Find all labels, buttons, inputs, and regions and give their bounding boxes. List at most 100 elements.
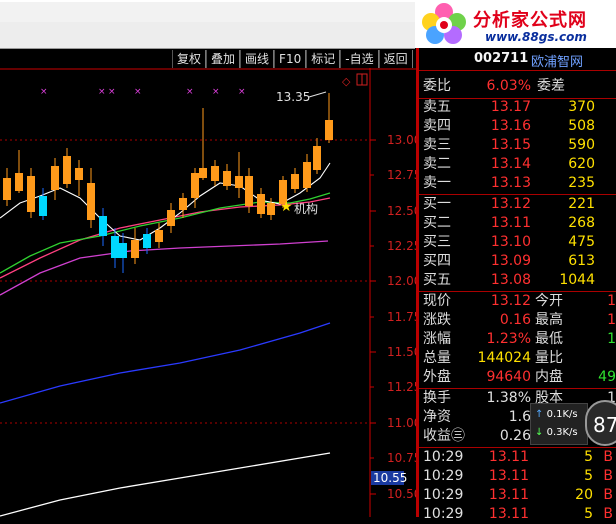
watchlist-label: 自选 (349, 52, 374, 66)
y-tick-label: 10.75 (387, 451, 416, 465)
weibi-row: 委比 6.03% 委差 (419, 77, 616, 96)
watchlist-button[interactable]: -自选 (340, 50, 379, 68)
sell-label: 卖五 (423, 99, 451, 115)
sell-row[interactable]: 卖二 13.14 620 (419, 155, 616, 174)
sell-price: 13.14 (490, 156, 531, 172)
quote-label-2: 量比 (535, 350, 563, 366)
buy-price: 13.11 (490, 215, 531, 231)
svg-text:×: × (108, 87, 116, 97)
y-tick-label: 12.00 (387, 274, 416, 288)
network-speed-widget: ↑ 0.1K/s ↓ 0.3K/s (530, 403, 588, 445)
fuquan-button[interactable]: 复权 (172, 50, 207, 68)
quote-label-2: 今开 (535, 293, 563, 309)
logo-title: 分析家公式网 (473, 10, 587, 31)
y-tick-label: 12.25 (387, 239, 416, 253)
f10-button[interactable]: F10 (274, 50, 307, 68)
quote-row: 现价 13.12 今开 1 (419, 292, 616, 311)
speed-gauge: 87 (585, 400, 616, 446)
title-strip (0, 2, 415, 22)
buy-volume: 613 (568, 253, 595, 269)
buy-label: 买四 (423, 253, 451, 269)
download-speed-value: 0.3K/s (546, 427, 578, 438)
buy-row[interactable]: 买四 13.09 613 (419, 252, 616, 271)
tick-row: 10:29 13.11 5 B (419, 448, 616, 467)
sell-row[interactable]: 卖一 13.13 235 (419, 174, 616, 193)
y-tick-label: 11.25 (387, 380, 416, 394)
download-speed: ↓ 0.3K/s (535, 427, 578, 438)
y-tick-label: 10.50 (387, 487, 416, 501)
buy-row[interactable]: 买二 13.11 268 (419, 214, 616, 233)
quote-label: 总量 (423, 350, 451, 366)
menu-strip (0, 22, 415, 49)
sell-row[interactable]: 卖五 13.17 370 (419, 98, 616, 117)
quote-label: 净资 (423, 409, 451, 425)
weibi-value: 6.03% (486, 78, 531, 94)
draw-line-button[interactable]: 画线 (240, 50, 275, 68)
sell-price: 13.15 (490, 137, 531, 153)
sell-label: 卖二 (423, 156, 451, 172)
buy-row[interactable]: 买五 13.08 1044 (419, 271, 616, 290)
sell-price: 13.17 (490, 99, 531, 115)
quote-value-2: 49 (598, 369, 616, 385)
star-icon: ★ (280, 199, 293, 215)
tick-row: 10:29 13.11 5 B (419, 505, 616, 524)
tick-volume: 5 (584, 506, 593, 522)
y-tick-label: 12.50 (387, 204, 416, 218)
quote-label: 收益㊂ (423, 428, 465, 444)
quote-value-2: 1 (607, 293, 616, 309)
mark-button[interactable]: 标记 (306, 50, 341, 68)
buy-price: 13.12 (490, 196, 531, 212)
quote-label: 涨跌 (423, 312, 451, 328)
sell-volume: 235 (568, 175, 595, 191)
tick-volume: 20 (575, 487, 593, 503)
sell-row[interactable]: 卖三 13.15 590 (419, 136, 616, 155)
tick-time: 10:29 (423, 487, 464, 503)
diamond-icon: ◇ (342, 75, 351, 88)
svg-text:×: × (40, 87, 48, 97)
quote-value-2: 1 (607, 312, 616, 328)
y-tick-label: 11.00 (387, 416, 416, 430)
buy-price: 13.08 (490, 272, 531, 288)
y-tick-label: 11.75 (387, 310, 416, 324)
buy-price: 13.10 (490, 234, 531, 250)
sell-row[interactable]: 卖四 13.16 508 (419, 117, 616, 136)
quote-value: 0.16 (499, 312, 531, 328)
buy-label: 买一 (423, 196, 451, 212)
y-tick-label: 11.50 (387, 345, 416, 359)
quote-label-2: 内盘 (535, 369, 563, 385)
buy-label: 买三 (423, 234, 451, 250)
quote-label: 现价 (423, 293, 451, 309)
kline-svg: 13.00 12.75 12.50 12.25 12.00 11.75 11.5… (0, 68, 421, 517)
back-button[interactable]: 返回 (378, 50, 413, 68)
y-tick-label: 13.00 (387, 133, 416, 147)
buy-label: 买五 (423, 272, 451, 288)
quote-label: 涨幅 (423, 331, 451, 347)
buy-row[interactable]: 买一 13.12 221 (419, 195, 616, 214)
buy-volume: 268 (568, 215, 595, 231)
kline-chart[interactable]: 13.00 12.75 12.50 12.25 12.00 11.75 11.5… (0, 68, 421, 517)
sell-volume: 370 (568, 99, 595, 115)
y-tick-label: 12.75 (387, 168, 416, 182)
stock-name[interactable]: 欧浦智网 (531, 51, 583, 70)
sell-volume: 620 (568, 156, 595, 172)
sell-label: 卖四 (423, 118, 451, 134)
up-arrow-icon: ↑ (535, 409, 544, 420)
tick-side: B (603, 506, 613, 522)
tick-price: 13.11 (488, 506, 529, 522)
quote-label: 外盘 (423, 369, 451, 385)
flower-logo-icon (422, 3, 466, 44)
buy-row[interactable]: 买三 13.10 475 (419, 233, 616, 252)
logo-url: www.88gs.com (485, 30, 587, 44)
quote-row: 总量 144024 量比 (419, 349, 616, 368)
buy-volume: 1044 (559, 272, 595, 288)
sell-volume: 590 (568, 137, 595, 153)
tick-row: 10:29 13.11 20 B (419, 486, 616, 505)
tick-time: 10:29 (423, 468, 464, 484)
tick-price: 13.11 (488, 449, 529, 465)
overlay-button[interactable]: 叠加 (206, 50, 241, 68)
sell-label: 卖三 (423, 137, 451, 153)
sell-label: 卖一 (423, 175, 451, 191)
weibi-label: 委比 (423, 78, 451, 94)
tick-side: B (603, 487, 613, 503)
tick-volume: 5 (584, 468, 593, 484)
